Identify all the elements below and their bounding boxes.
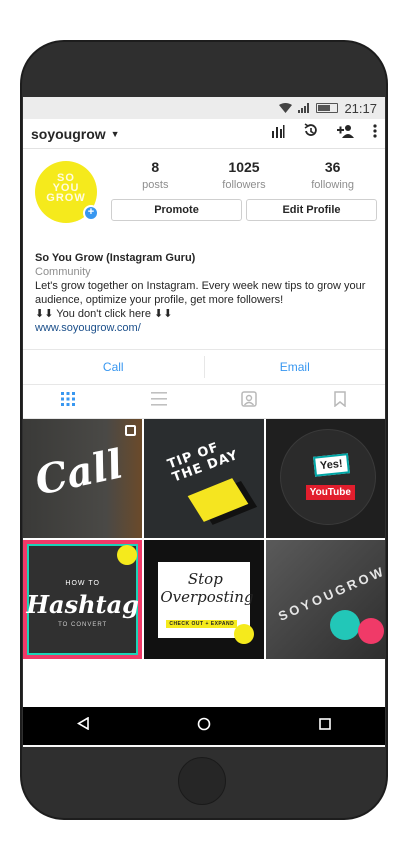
wifi-icon <box>279 101 293 116</box>
status-time: 21:17 <box>344 100 377 116</box>
contact-bar: Call Email <box>23 349 385 385</box>
bio-website-link[interactable]: www.soyougrow.com/ <box>35 321 373 335</box>
more-options-icon[interactable] <box>373 124 377 143</box>
bio-name: So You Grow (Instagram Guru) <box>35 252 196 264</box>
post-badge <box>234 624 255 644</box>
insights-icon[interactable] <box>271 124 285 143</box>
list-icon <box>150 392 167 411</box>
posts-grid: Call TIP OF THE DAY Yes! YouTube HOW TO … <box>23 419 385 659</box>
post-graphic <box>279 429 376 525</box>
profile-stats: 8 posts 1025 followers 36 following <box>111 159 377 191</box>
tab-tagged[interactable] <box>204 385 295 418</box>
profile-tabs <box>23 385 385 419</box>
avatar[interactable]: SO YOU GROW + <box>35 161 99 223</box>
stat-followers[interactable]: 1025 followers <box>204 159 284 191</box>
post-tile[interactable]: SOYOUGROW <box>265 540 385 659</box>
post-text: TIP OF THE DAY <box>165 439 241 486</box>
battery-icon <box>316 103 339 113</box>
status-bar: 21:17 <box>23 97 385 119</box>
edit-profile-button[interactable]: Edit Profile <box>246 199 377 221</box>
bookmark-icon <box>334 391 346 412</box>
post-text: YouTube <box>305 485 355 500</box>
phone-screen: 21:17 soyougrow ▼ SO YOU GROW + 8 posts … <box>23 97 385 747</box>
tab-list[interactable] <box>114 385 205 418</box>
post-text: Stop Overposting <box>160 570 254 606</box>
profile-header: soyougrow ▼ <box>23 119 385 149</box>
multiple-photos-icon <box>125 425 137 436</box>
post-graphic <box>357 618 384 644</box>
back-icon[interactable] <box>76 716 89 735</box>
bio-category: Community <box>35 266 91 278</box>
post-text: Call <box>31 440 128 505</box>
profile-bio: So You Grow (Instagram Guru) Community L… <box>23 249 385 335</box>
add-story-icon[interactable]: + <box>83 205 99 221</box>
post-tile[interactable]: HOW TO Hashtag TO CONVERT <box>23 540 143 659</box>
profile-summary: SO YOU GROW + 8 posts 1025 followers 36 … <box>23 149 385 249</box>
post-text: Hashtag <box>26 590 139 619</box>
tab-grid[interactable] <box>23 385 114 418</box>
signal-icon <box>298 101 310 116</box>
stat-following[interactable]: 36 following <box>293 159 373 191</box>
bio-line: audience, optimize your profile, get mor… <box>35 294 284 306</box>
call-button[interactable]: Call <box>23 350 204 384</box>
bio-line: Let's grow together on Instagram. Every … <box>35 280 366 292</box>
post-tile[interactable]: Stop Overposting CHECK OUT + EXPAND <box>144 540 264 659</box>
chevron-down-icon[interactable]: ▼ <box>111 129 120 139</box>
promote-button[interactable]: Promote <box>111 199 242 221</box>
post-text: Yes! <box>312 453 350 477</box>
post-tile[interactable]: Call <box>23 419 143 538</box>
post-text: SOYOUGROW <box>275 563 385 624</box>
add-user-icon[interactable] <box>337 124 355 143</box>
bio-line: ⬇⬇ You don't click here ⬇⬇ <box>35 308 173 320</box>
post-graphic <box>188 478 249 522</box>
android-navigation-bar <box>23 707 385 745</box>
archive-icon[interactable] <box>303 123 319 144</box>
post-text: TO CONVERT <box>58 622 108 628</box>
post-tile[interactable]: Yes! YouTube <box>265 419 385 538</box>
recent-apps-icon[interactable] <box>319 717 331 735</box>
phone-home-button[interactable] <box>178 757 226 805</box>
grid-icon <box>61 392 76 411</box>
tagged-person-icon <box>241 391 257 412</box>
home-circle-icon[interactable] <box>197 717 211 736</box>
email-button[interactable]: Email <box>205 350 386 384</box>
avatar-logo: SO YOU GROW <box>46 172 86 204</box>
stat-posts[interactable]: 8 posts <box>115 159 195 191</box>
post-tile[interactable]: TIP OF THE DAY <box>144 419 264 538</box>
post-text: CHECK OUT + EXPAND <box>166 620 238 628</box>
username[interactable]: soyougrow <box>31 126 106 142</box>
tab-saved[interactable] <box>295 385 386 418</box>
post-graphic <box>329 610 360 640</box>
post-text: HOW TO <box>65 580 100 587</box>
phone-top-bezel <box>22 42 386 100</box>
